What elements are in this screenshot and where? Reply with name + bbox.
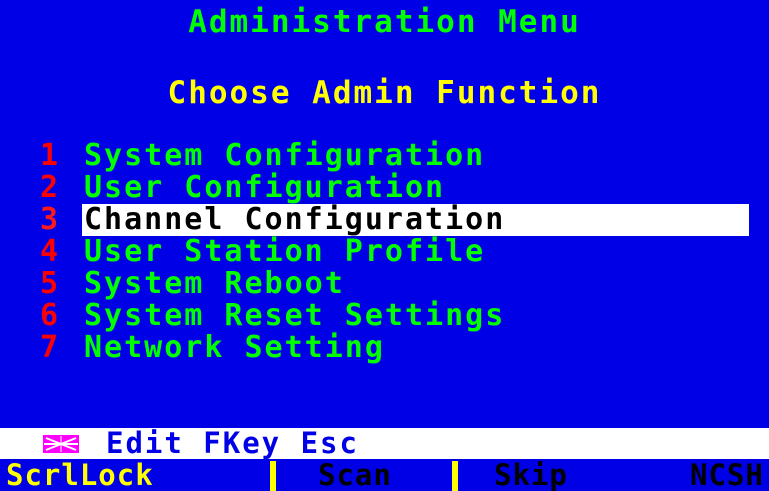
menu-item-channel-configuration[interactable]: 3 Channel Configuration [0,204,769,236]
menu-item-number: 1 [40,138,61,173]
menu-item-number: 7 [40,330,61,365]
menu-item-user-station-profile[interactable]: 4 User Station Profile [0,236,769,268]
menu-item-label: System Configuration [84,138,486,173]
page-title: Administration Menu [188,4,581,40]
page-subtitle: Choose Admin Function [167,75,602,111]
fkey-skip[interactable]: Skip [494,459,568,491]
menu-item-label: User Station Profile [84,234,486,269]
menu-item-user-configuration[interactable]: 2 User Configuration [0,172,769,204]
menu-item-label: System Reboot [84,266,345,301]
fkey-separator [452,461,458,491]
fkey-ncsh[interactable]: NCSH [690,459,764,491]
menu-item-system-reset-settings[interactable]: 6 System Reset Settings [0,300,769,332]
menu-item-number: 2 [40,170,61,205]
menu-item-label: System Reset Settings [84,298,506,333]
function-key-bar: ScrlLock Scan Skip NCSH [0,459,769,491]
menu-item-system-reboot[interactable]: 5 System Reboot [0,268,769,300]
fkey-separator [270,461,276,491]
menu-item-number: 3 [40,202,61,237]
menu-item-system-configuration[interactable]: 1 System Configuration [0,140,769,172]
menu-item-number: 5 [40,266,61,301]
menu-item-label: Channel Configuration [82,204,749,236]
keyboard-icon [43,435,79,453]
menu-item-network-setting[interactable]: 7 Network Setting [0,332,769,364]
status-text: Edit FKey Esc [106,426,359,460]
fkey-scrllock[interactable]: ScrlLock [6,459,154,491]
menu-item-label: Network Setting [84,330,385,365]
admin-menu: 1 System Configuration 2 User Configurat… [0,140,769,364]
status-bar: Edit FKey Esc [0,428,769,459]
menu-item-number: 4 [40,234,61,269]
menu-item-number: 6 [40,298,61,333]
menu-item-label: User Configuration [84,170,446,205]
fkey-scan[interactable]: Scan [318,459,392,491]
osd-screen: Administration Menu Choose Admin Functio… [0,0,769,491]
